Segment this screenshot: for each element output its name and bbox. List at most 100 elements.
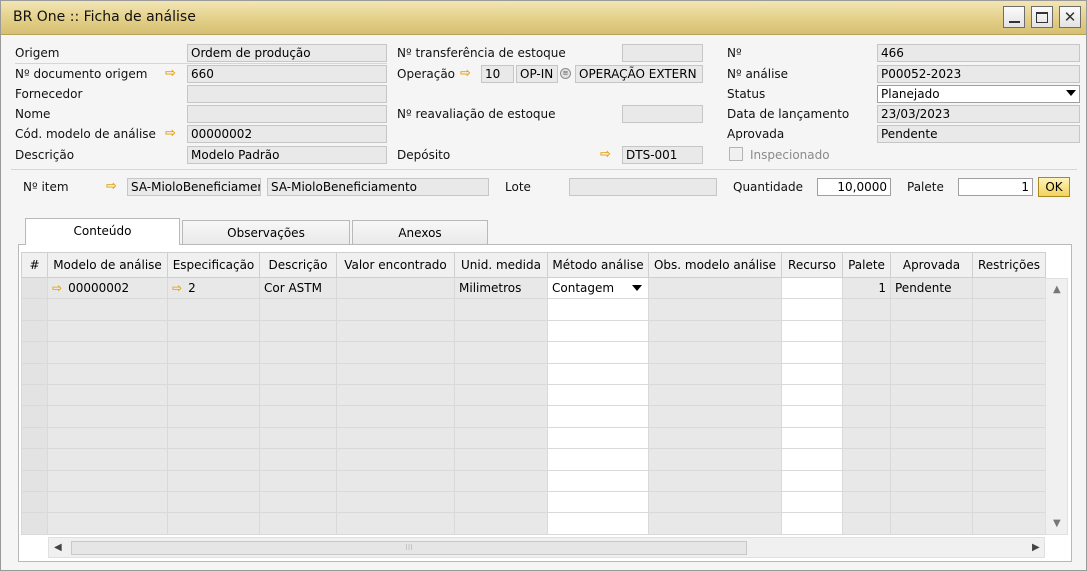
deposito-link-arrow-icon[interactable]: ⇨ <box>600 148 616 161</box>
empty-cell <box>259 341 337 364</box>
col-header-metodo[interactable]: Método análise <box>547 252 649 278</box>
empty-cell <box>336 448 455 471</box>
empty-cell <box>648 405 782 428</box>
empty-cell <box>259 448 337 471</box>
aprovada-label: Aprovada <box>727 127 785 141</box>
col-header-descricao[interactable]: Descrição <box>259 252 337 278</box>
close-button[interactable]: ✕ <box>1059 6 1081 28</box>
empty-cell <box>648 426 782 450</box>
col-header-palete[interactable]: Palete <box>842 252 891 278</box>
quantidade-input[interactable]: 10,0000 <box>817 178 891 196</box>
empty-cell <box>21 512 48 535</box>
ok-button[interactable]: OK <box>1038 177 1070 197</box>
quantidade-label: Quantidade <box>733 180 804 194</box>
empty-cell <box>547 383 649 407</box>
empty-cell <box>781 319 843 343</box>
empty-cell <box>648 448 782 471</box>
col-header-especificacao[interactable]: Especificação <box>167 252 260 278</box>
empty-cell <box>781 469 843 492</box>
empty-cell <box>842 490 891 514</box>
empty-cell <box>47 341 168 364</box>
inspecionado-checkbox[interactable] <box>729 147 743 161</box>
vertical-scrollbar[interactable]: ▲ ▼ <box>1045 278 1068 535</box>
col-header-valor[interactable]: Valor encontrado <box>336 252 455 278</box>
empty-cell <box>890 405 973 428</box>
empty-cell <box>336 383 455 407</box>
inspecionado-label: Inspecionado <box>750 148 830 162</box>
col-header-aprovada[interactable]: Aprovada <box>890 252 973 278</box>
fornecedor-field[interactable] <box>187 85 387 103</box>
doc-origem-label: Nº documento origem <box>15 67 148 81</box>
empty-cell <box>336 469 455 492</box>
palete-label: Palete <box>907 180 944 194</box>
col-header-restricoes[interactable]: Restrições <box>972 252 1046 278</box>
empty-cell <box>336 362 455 385</box>
col-header-modelo[interactable]: Modelo de análise <box>47 252 168 278</box>
col-header-unidade[interactable]: Unid. medida <box>454 252 548 278</box>
status-select[interactable]: Planejado <box>877 85 1080 103</box>
operacao-details-icon[interactable]: ≡ <box>560 68 571 79</box>
tab-observacoes[interactable]: Observações <box>182 220 350 245</box>
col-header-obs[interactable]: Obs. modelo análise <box>648 252 782 278</box>
table-row[interactable]: ⇨ 00000002 ⇨ 2 Cor ASTM Milimetros Contage… <box>21 276 1046 300</box>
empty-cell <box>890 512 973 535</box>
minimize-icon <box>1008 20 1020 23</box>
empty-row <box>21 448 1046 471</box>
col-header-recurso[interactable]: Recurso <box>781 252 843 278</box>
reaval-label: Nº reavaliação de estoque <box>397 107 556 121</box>
lote-field[interactable] <box>569 178 717 196</box>
maximize-button[interactable] <box>1031 6 1053 28</box>
modelo-cell[interactable]: ⇨ 00000002 <box>47 276 168 300</box>
empty-cell <box>781 490 843 514</box>
data-lancamento-label: Data de lançamento <box>727 107 850 121</box>
nome-field[interactable] <box>187 105 387 123</box>
empty-cell <box>259 319 337 343</box>
valor-cell[interactable] <box>336 276 455 300</box>
minimize-button[interactable] <box>1003 6 1025 28</box>
item-link-arrow-icon[interactable]: ⇨ <box>106 180 122 193</box>
empty-cell <box>21 341 48 364</box>
empty-cell <box>781 448 843 471</box>
row-number-cell[interactable] <box>21 276 48 300</box>
scroll-right-icon[interactable]: ▶ <box>1032 543 1040 553</box>
recurso-cell[interactable] <box>781 276 843 300</box>
doc-origem-field: 660 <box>187 65 387 83</box>
empty-cell <box>336 512 455 535</box>
metodo-select-cell[interactable]: Contagem <box>547 276 649 300</box>
item-label: Nº item <box>23 180 69 194</box>
doc-origem-link-arrow-icon[interactable]: ⇨ <box>165 67 181 80</box>
empty-cell <box>972 319 1046 343</box>
operacao-link-arrow-icon[interactable]: ⇨ <box>460 67 476 80</box>
especificacao-value: 2 <box>188 281 196 296</box>
scroll-thumb[interactable]: ⁝⁝⁝ <box>71 541 747 555</box>
empty-cell <box>167 469 260 492</box>
empty-cell <box>972 426 1046 450</box>
scroll-left-icon[interactable]: ◀ <box>54 543 62 553</box>
col-header-number[interactable]: # <box>21 252 48 278</box>
empty-cell <box>259 512 337 535</box>
empty-cell <box>890 448 973 471</box>
palete-input[interactable]: 1 <box>958 178 1033 196</box>
empty-cell <box>167 383 260 407</box>
especificacao-cell[interactable]: ⇨ 2 <box>167 276 260 300</box>
empty-cell <box>547 490 649 514</box>
grid-header-row: # Modelo de análise Especificação Descri… <box>21 252 1046 278</box>
scroll-down-icon[interactable]: ▼ <box>1053 519 1061 529</box>
empty-cell <box>842 383 891 407</box>
section-divider <box>11 169 1077 170</box>
especificacao-link-arrow-icon[interactable]: ⇨ <box>172 281 182 295</box>
empty-cell <box>648 383 782 407</box>
tab-conteudo[interactable]: Conteúdo <box>25 218 180 245</box>
horizontal-scrollbar[interactable]: ◀ ⁝⁝⁝ ▶ <box>48 537 1045 558</box>
empty-cell <box>167 490 260 514</box>
operacao-number-field: 10 <box>481 65 514 83</box>
modelo-link-arrow-icon[interactable]: ⇨ <box>52 281 62 295</box>
empty-cell <box>842 341 891 364</box>
empty-cell <box>336 341 455 364</box>
empty-cell <box>336 319 455 343</box>
tab-anexos[interactable]: Anexos <box>352 220 488 245</box>
scroll-up-icon[interactable]: ▲ <box>1053 285 1061 295</box>
cod-modelo-link-arrow-icon[interactable]: ⇨ <box>165 127 181 140</box>
empty-cell <box>890 426 973 450</box>
title-bar[interactable]: BR One :: Ficha de análise ✕ <box>1 1 1086 35</box>
